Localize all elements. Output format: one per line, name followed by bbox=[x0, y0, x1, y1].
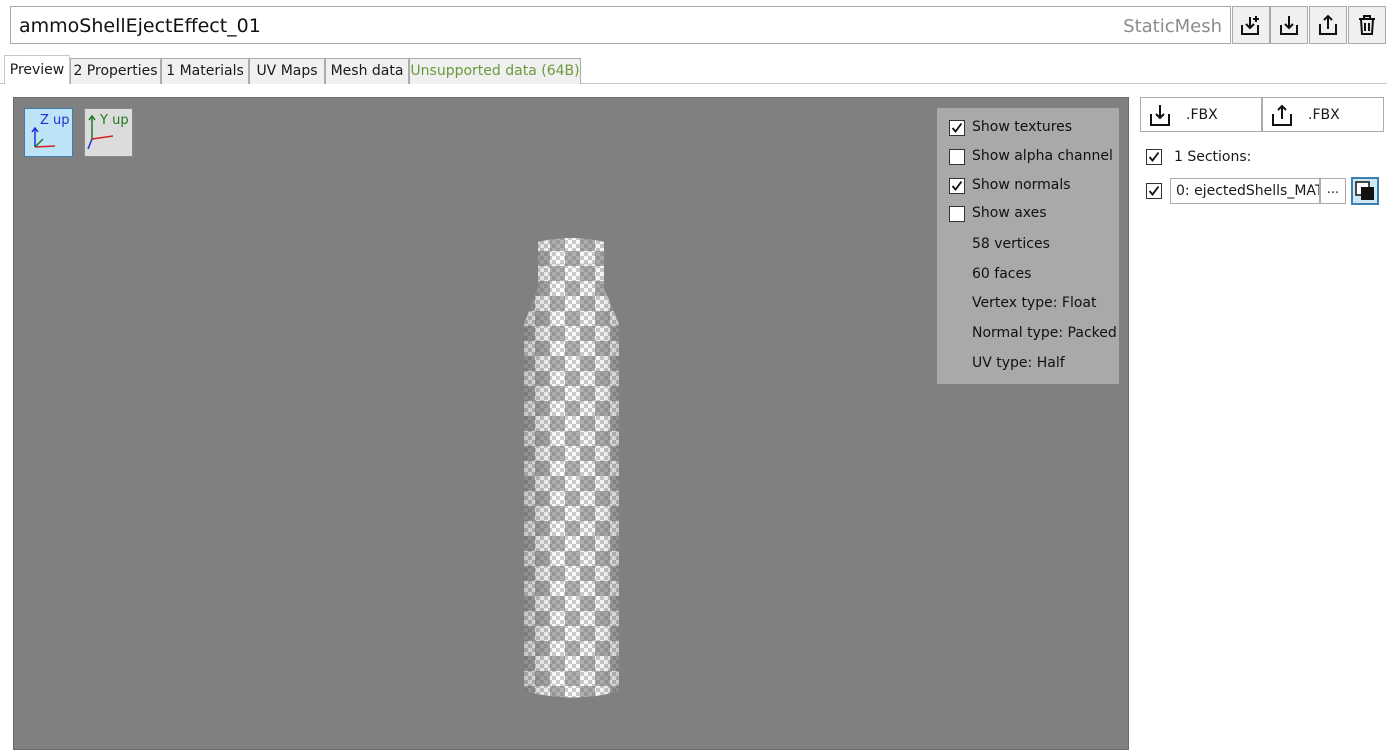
tab-properties[interactable]: 2 Properties bbox=[70, 58, 161, 84]
y-up-button[interactable]: Y up bbox=[84, 108, 133, 157]
checkmark-icon bbox=[951, 122, 963, 133]
tab-bar: Preview 2 Properties 1 Materials UV Maps… bbox=[0, 55, 1387, 84]
uv-type: UV type: Half bbox=[972, 355, 1065, 371]
material-preview-button[interactable] bbox=[1351, 177, 1379, 205]
export-icon bbox=[1319, 14, 1337, 35]
normal-type: Normal type: Packed bbox=[972, 325, 1117, 341]
mesh-preview-viewport[interactable]: Z up Y up Show textures Show alpha chann… bbox=[13, 97, 1129, 750]
material-swatch-icon bbox=[1355, 181, 1374, 200]
sections-checkbox[interactable] bbox=[1146, 149, 1162, 165]
checkmark-icon bbox=[951, 180, 963, 191]
shell-mesh-model bbox=[524, 238, 619, 698]
show-textures-checkbox[interactable] bbox=[949, 120, 965, 136]
download-icon bbox=[1280, 16, 1298, 35]
import-fbx-button[interactable]: .FBX bbox=[1140, 97, 1262, 132]
export-fbx-button[interactable]: .FBX bbox=[1262, 97, 1384, 132]
show-axes-checkbox[interactable] bbox=[949, 206, 965, 222]
y-up-label: Y up bbox=[100, 113, 129, 128]
tab-uv-maps[interactable]: UV Maps bbox=[249, 58, 325, 84]
viewport-options-panel: Show textures Show alpha channel Show no… bbox=[937, 108, 1119, 384]
tab-unsupported-data[interactable]: Unsupported data (64B) bbox=[409, 58, 581, 84]
tab-preview[interactable]: Preview bbox=[4, 55, 70, 84]
import-icon bbox=[1150, 105, 1170, 126]
tab-materials[interactable]: 1 Materials bbox=[161, 58, 249, 84]
z-up-button[interactable]: Z up bbox=[24, 108, 73, 157]
export-button[interactable] bbox=[1309, 6, 1347, 44]
checkmark-icon bbox=[1148, 151, 1160, 162]
show-alpha-channel-checkbox[interactable] bbox=[949, 149, 965, 165]
download-button[interactable] bbox=[1270, 6, 1308, 44]
checkmark-icon bbox=[1148, 185, 1160, 196]
show-textures-label: Show textures bbox=[972, 119, 1073, 135]
show-normals-label: Show normals bbox=[972, 177, 1071, 193]
vertex-type: Vertex type: Float bbox=[972, 295, 1097, 311]
sections-label: 1 Sections: bbox=[1174, 149, 1252, 165]
asset-title-field[interactable]: ammoShellEjectEffect_01 StaticMesh bbox=[10, 6, 1231, 44]
show-axes-label: Show axes bbox=[972, 205, 1047, 221]
face-count: 60 faces bbox=[972, 266, 1032, 282]
import-fbx-label: .FBX bbox=[1186, 107, 1218, 123]
import-add-icon bbox=[1241, 16, 1259, 35]
tab-mesh-data[interactable]: Mesh data bbox=[325, 58, 409, 84]
z-up-label: Z up bbox=[40, 113, 70, 128]
material-browse-button[interactable]: ... bbox=[1320, 178, 1346, 204]
asset-type: StaticMesh bbox=[1123, 16, 1222, 37]
material-field[interactable]: 0: ejectedShells_MAT bbox=[1170, 178, 1320, 204]
export-fbx-label: .FBX bbox=[1308, 107, 1340, 123]
import-add-button[interactable] bbox=[1232, 6, 1270, 44]
show-alpha-channel-label: Show alpha channel bbox=[972, 148, 1113, 164]
material-section-checkbox[interactable] bbox=[1146, 183, 1162, 199]
vertex-count: 58 vertices bbox=[972, 236, 1050, 252]
asset-name: ammoShellEjectEffect_01 bbox=[19, 15, 261, 37]
delete-button[interactable] bbox=[1348, 6, 1386, 44]
show-normals-checkbox[interactable] bbox=[949, 178, 965, 194]
trash-icon bbox=[1359, 15, 1375, 35]
export-icon bbox=[1272, 104, 1292, 126]
